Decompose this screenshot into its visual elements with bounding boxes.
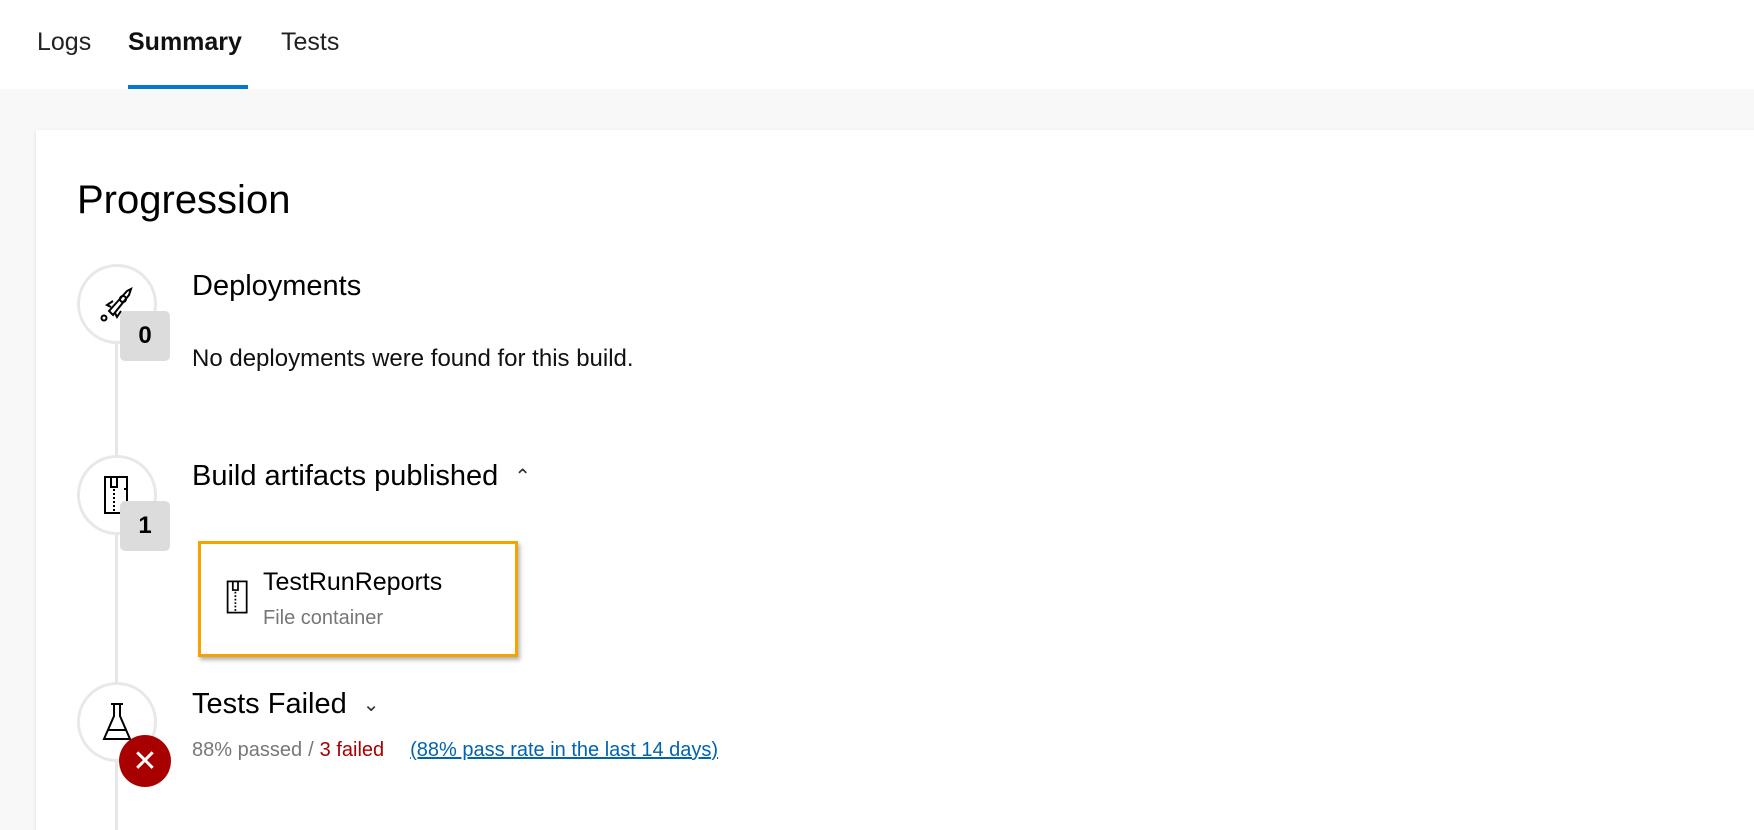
zip-file-icon [226,580,248,614]
pass-rate-link[interactable]: (88% pass rate in the last 14 days) [410,739,718,762]
page-title: Progression [77,178,291,222]
artifact-name: TestRunReports [263,568,443,596]
chevron-down-icon[interactable]: ⌄ [363,692,380,717]
artifacts-count-badge: 1 [120,501,170,551]
tests-stats: 88% passed / 3 failed (88% pass rate in … [192,739,718,762]
artifacts-heading-text: Build artifacts published [192,460,499,492]
active-tab-indicator [128,85,248,89]
tests-heading: Tests Failed ⌄ [192,688,380,721]
passed-text: 88% passed [192,739,303,761]
error-icon: ✕ [119,735,171,787]
deployments-heading: Deployments [192,270,361,303]
deployments-count-badge: 0 [120,311,170,361]
failed-text: 3 failed [319,739,385,761]
separator: / [308,739,314,761]
artifact-type: File container [263,607,384,629]
tab-bar: Logs Summary Tests [0,0,1754,89]
tab-tests[interactable]: Tests [281,28,339,57]
tab-logs[interactable]: Logs [37,28,91,57]
tests-heading-text: Tests Failed [192,688,347,720]
artifacts-heading: Build artifacts published ⌃ [192,460,531,493]
flask-icon [102,703,132,740]
deployments-heading-text: Deployments [192,270,362,302]
chevron-up-icon[interactable]: ⌃ [514,464,531,489]
tab-summary[interactable]: Summary [128,28,242,57]
artifact-item[interactable]: TestRunReports File container [198,541,518,657]
deployments-message: No deployments were found for this build… [192,345,634,372]
